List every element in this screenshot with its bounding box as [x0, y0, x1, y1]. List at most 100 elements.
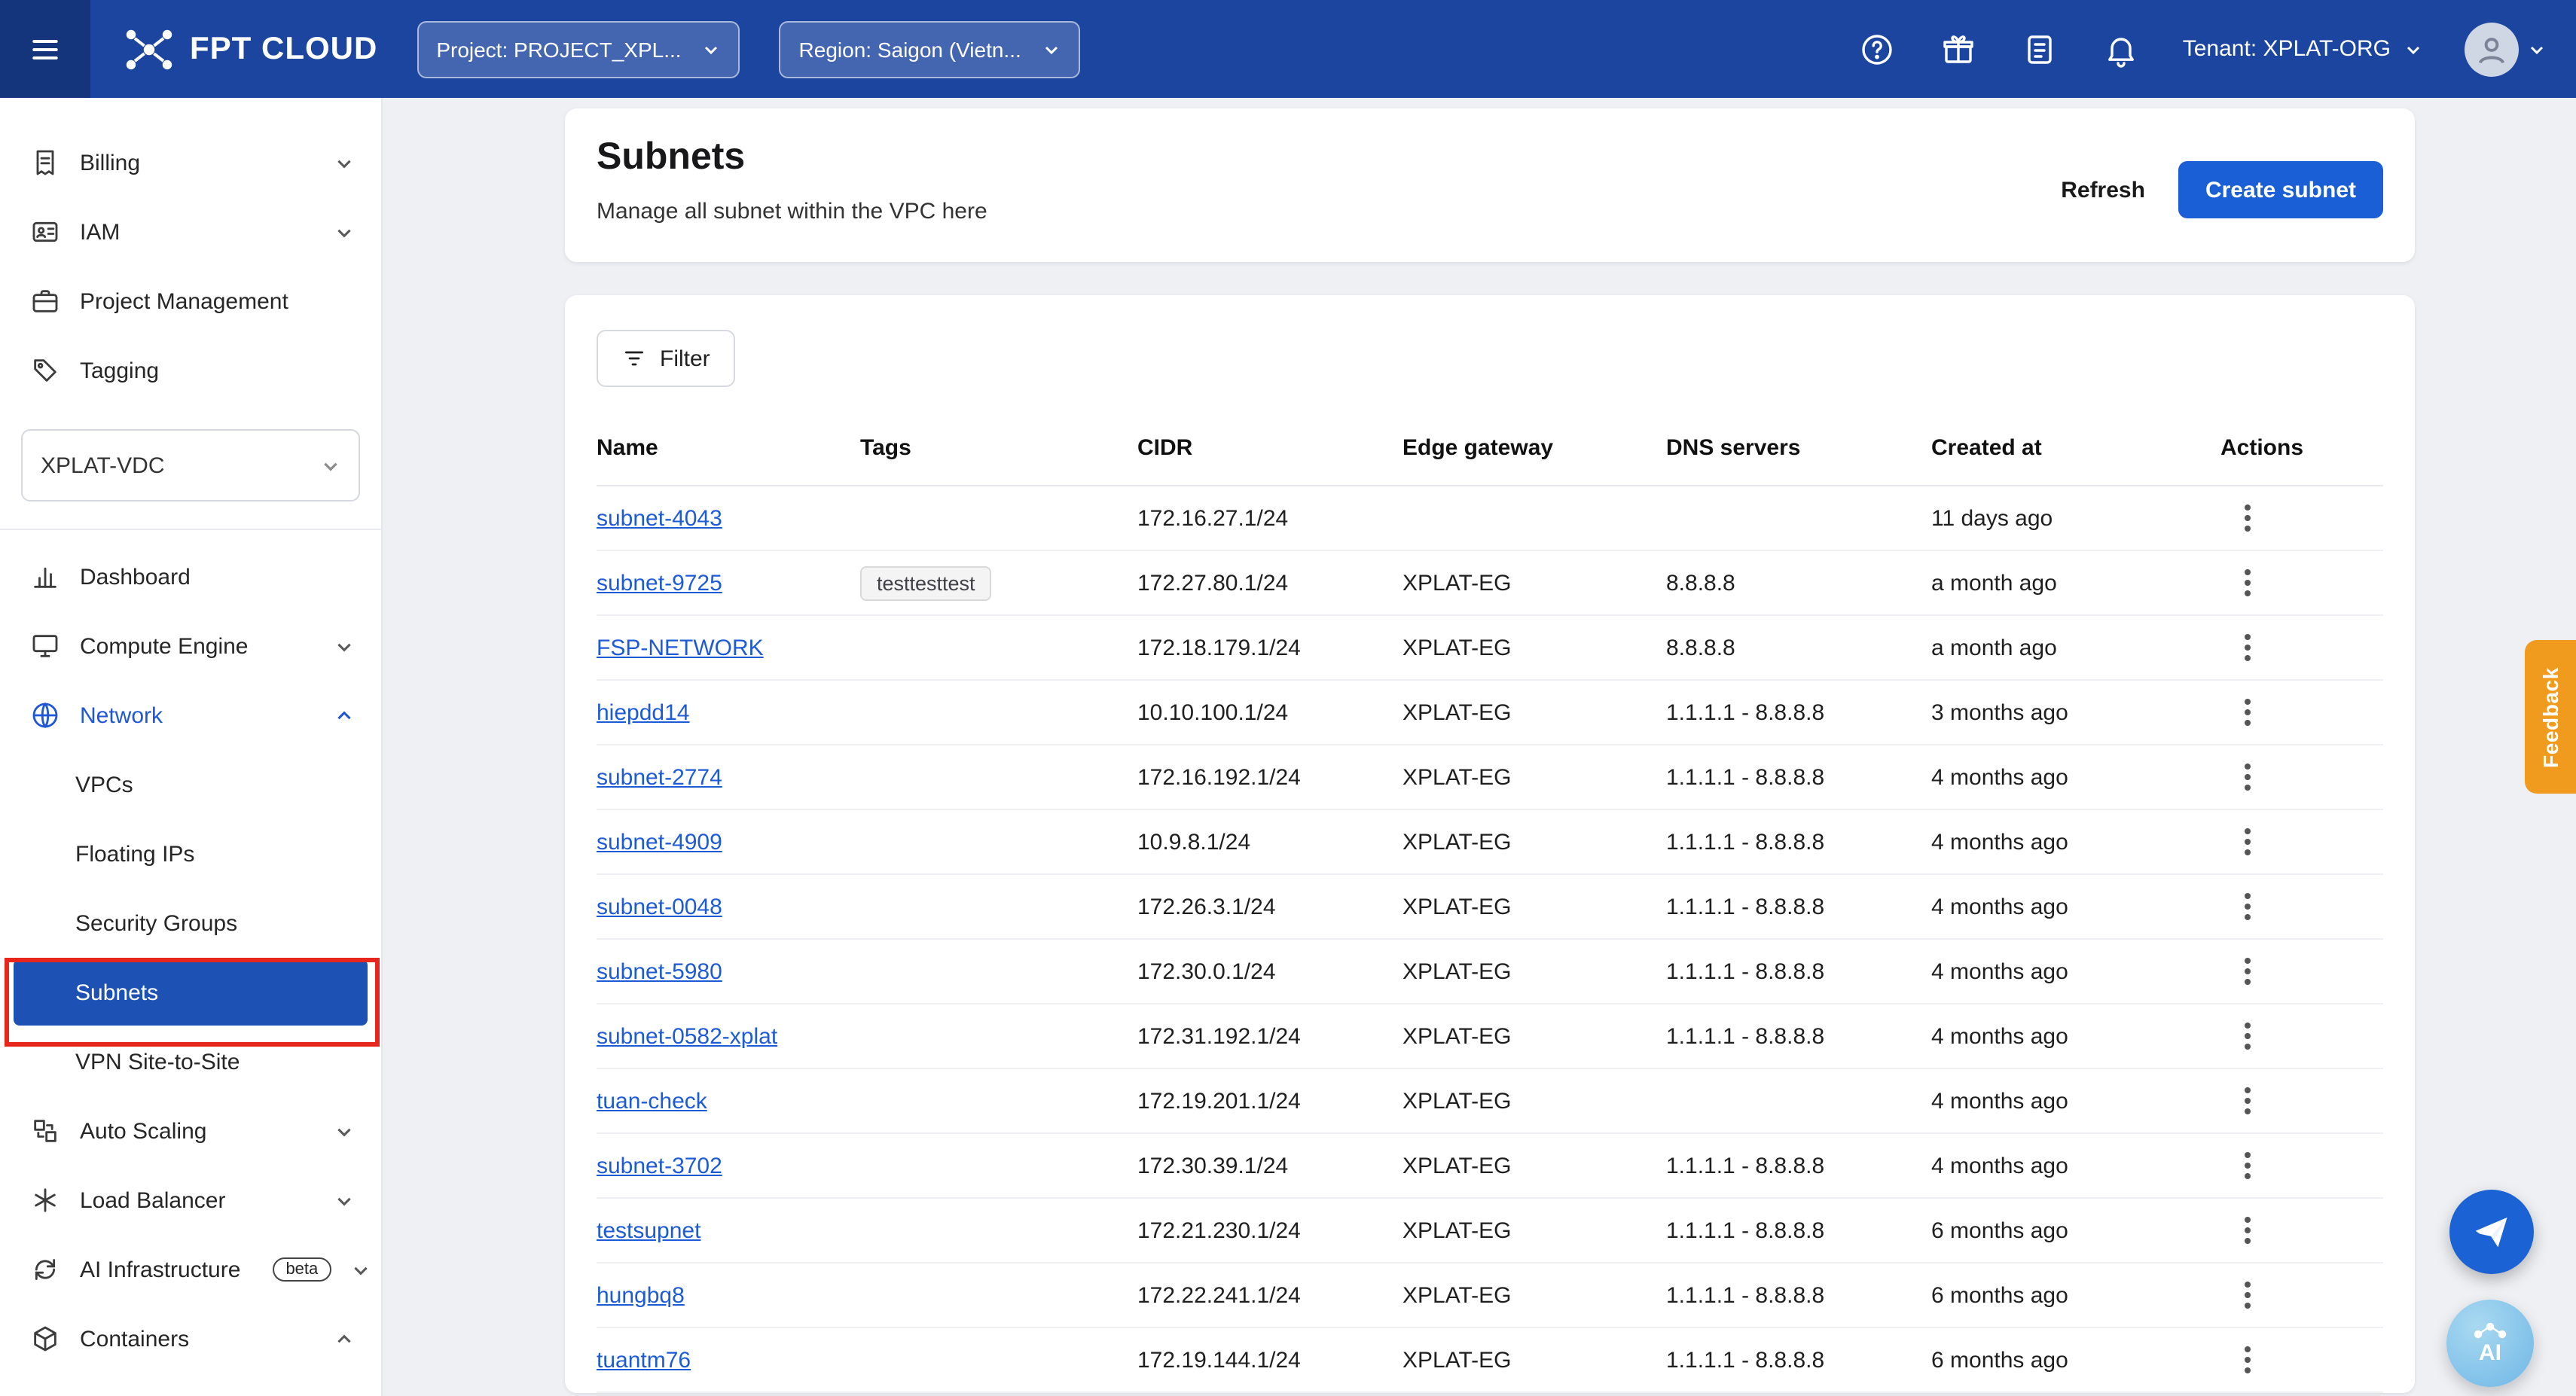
load-balancer-icon	[30, 1185, 60, 1215]
notifications-bell-icon[interactable]	[2101, 29, 2141, 69]
sidebar-item-auto-scaling[interactable]: Auto Scaling	[0, 1096, 381, 1166]
created-at-cell: 4 months ago	[1931, 764, 2190, 790]
sidebar-item-subnets[interactable]: Subnets	[14, 959, 368, 1026]
chevron-down-icon	[334, 1190, 354, 1210]
subnet-name-link[interactable]: subnet-2774	[597, 764, 722, 790]
subnet-name-link[interactable]: hiepdd14	[597, 700, 689, 725]
sidebar-item-ai-infrastructure[interactable]: AI Infrastructure beta	[0, 1235, 381, 1304]
table-row: FSP-NETWORK172.18.179.1/24XPLAT-EG8.8.8.…	[597, 616, 2383, 681]
support-icon[interactable]	[1857, 29, 1897, 69]
chevron-down-icon	[334, 153, 354, 172]
subnet-name-link[interactable]: testsupnet	[597, 1218, 700, 1243]
row-actions-kebab-icon[interactable]	[2236, 1337, 2260, 1382]
create-subnet-button[interactable]: Create subnet	[2178, 161, 2383, 218]
row-actions-kebab-icon[interactable]	[2236, 1143, 2260, 1188]
release-notes-icon[interactable]	[2020, 29, 2059, 69]
subnet-name-link[interactable]: subnet-5980	[597, 959, 722, 984]
paper-plane-icon	[2472, 1212, 2511, 1251]
subnet-name-link[interactable]: subnet-9725	[597, 570, 722, 596]
row-actions-kebab-icon[interactable]	[2236, 819, 2260, 864]
edge-gateway-cell: XPLAT-EG	[1402, 1153, 1666, 1178]
billing-icon	[30, 148, 60, 178]
row-actions-kebab-icon[interactable]	[2236, 1208, 2260, 1253]
hamburger-menu-button[interactable]	[0, 0, 90, 98]
col-tags: Tags	[860, 435, 1137, 461]
edge-gateway-cell: XPLAT-EG	[1402, 1218, 1666, 1243]
vdc-selector[interactable]: XPLAT-VDC	[21, 429, 360, 501]
containers-icon	[30, 1324, 60, 1354]
tag-icon	[30, 355, 60, 386]
sidebar-item-label: Billing	[80, 150, 140, 175]
chevron-down-icon	[2404, 40, 2422, 58]
subnet-name-link[interactable]: tuantm76	[597, 1347, 691, 1373]
sidebar-item-vpcs[interactable]: VPCs	[0, 750, 381, 819]
sidebar-item-label: VPN Site-to-Site	[75, 1049, 240, 1074]
row-actions-kebab-icon[interactable]	[2236, 1013, 2260, 1059]
sidebar-item-network[interactable]: Network	[0, 681, 381, 750]
subnet-name-link[interactable]: subnet-4909	[597, 829, 722, 855]
sidebar-item-security-groups[interactable]: Security Groups	[0, 889, 381, 958]
table-row: testsupnet172.21.230.1/24XPLAT-EG1.1.1.1…	[597, 1199, 2383, 1263]
sidebar-item-project-management[interactable]: Project Management	[0, 267, 381, 336]
row-actions-kebab-icon[interactable]	[2236, 884, 2260, 929]
subnet-name-link[interactable]: FSP-NETWORK	[597, 635, 764, 660]
sidebar-item-iam[interactable]: IAM	[0, 197, 381, 267]
sidebar-item-label: VPCs	[75, 772, 133, 797]
cidr-cell: 172.31.192.1/24	[1137, 1023, 1402, 1049]
filter-button[interactable]: Filter	[597, 330, 736, 387]
fpt-logo-icon	[124, 26, 175, 72]
table-row: subnet-5980172.30.0.1/24XPLAT-EG1.1.1.1 …	[597, 940, 2383, 1004]
ai-molecule-icon	[2472, 1321, 2508, 1340]
col-created-at: Created at	[1931, 435, 2190, 461]
row-actions-kebab-icon[interactable]	[2236, 625, 2260, 670]
row-actions-kebab-icon[interactable]	[2236, 754, 2260, 800]
chat-fab[interactable]	[2449, 1190, 2534, 1274]
created-at-cell: 6 months ago	[1931, 1218, 2190, 1243]
cidr-cell: 172.27.80.1/24	[1137, 570, 1402, 596]
row-actions-kebab-icon[interactable]	[2236, 560, 2260, 605]
cidr-cell: 172.21.230.1/24	[1137, 1218, 1402, 1243]
subnet-name-link[interactable]: subnet-3702	[597, 1153, 722, 1178]
services-gift-icon[interactable]	[1939, 29, 1978, 69]
col-actions: Actions	[2190, 435, 2383, 461]
subnet-name-link[interactable]: tuan-check	[597, 1088, 707, 1114]
row-actions-kebab-icon[interactable]	[2236, 949, 2260, 994]
tag-chip: testtesttest	[860, 565, 992, 600]
subnet-name-link[interactable]: subnet-4043	[597, 505, 722, 531]
created-at-cell: 3 months ago	[1931, 700, 2190, 725]
project-selector[interactable]: Project: PROJECT_XPL...	[417, 20, 740, 78]
sidebar-item-load-balancer[interactable]: Load Balancer	[0, 1166, 381, 1235]
feedback-tab[interactable]: Feedback	[2525, 640, 2576, 794]
sidebar-item-label: AI Infrastructure	[80, 1257, 240, 1282]
tenant-selector[interactable]: Tenant: XPLAT-ORG	[2183, 36, 2422, 62]
user-menu[interactable]	[2465, 22, 2546, 76]
refresh-button[interactable]: Refresh	[2061, 177, 2145, 203]
edge-gateway-cell: XPLAT-EG	[1402, 894, 1666, 919]
sidebar-item-floating-ips[interactable]: Floating IPs	[0, 819, 381, 889]
row-actions-kebab-icon[interactable]	[2236, 690, 2260, 735]
sidebar-item-billing[interactable]: Billing	[0, 128, 381, 197]
dns-cell: 1.1.1.1 - 8.8.8.8	[1666, 959, 1931, 984]
sidebar-item-label: Project Management	[80, 288, 288, 314]
row-actions-kebab-icon[interactable]	[2236, 495, 2260, 541]
table-row: hiepdd1410.10.100.1/24XPLAT-EG1.1.1.1 - …	[597, 681, 2383, 745]
network-globe-icon	[30, 700, 60, 730]
sidebar-item-containers[interactable]: Containers	[0, 1304, 381, 1373]
row-actions-kebab-icon[interactable]	[2236, 1078, 2260, 1123]
sidebar-item-dashboard[interactable]: Dashboard	[0, 542, 381, 611]
subnet-name-link[interactable]: subnet-0048	[597, 894, 722, 919]
sidebar-item-label: Containers	[80, 1326, 189, 1352]
chevron-down-icon	[351, 1260, 371, 1279]
subnet-name-link[interactable]: hungbq8	[597, 1282, 685, 1308]
sidebar-item-vpn-site-to-site[interactable]: VPN Site-to-Site	[0, 1027, 381, 1096]
region-selector[interactable]: Region: Saigon (Vietn...	[780, 20, 1080, 78]
chevron-down-icon	[334, 222, 354, 242]
cidr-cell: 172.30.39.1/24	[1137, 1153, 1402, 1178]
subnet-name-link[interactable]: subnet-0582-xplat	[597, 1023, 777, 1049]
ai-assistant-fab[interactable]: AI	[2446, 1300, 2534, 1387]
sidebar-item-compute-engine[interactable]: Compute Engine	[0, 611, 381, 681]
row-actions-kebab-icon[interactable]	[2236, 1273, 2260, 1318]
sidebar-item-tagging[interactable]: Tagging	[0, 336, 381, 405]
page-header-card: Subnets Manage all subnet within the VPC…	[565, 108, 2415, 262]
dns-cell: 1.1.1.1 - 8.8.8.8	[1666, 764, 1931, 790]
